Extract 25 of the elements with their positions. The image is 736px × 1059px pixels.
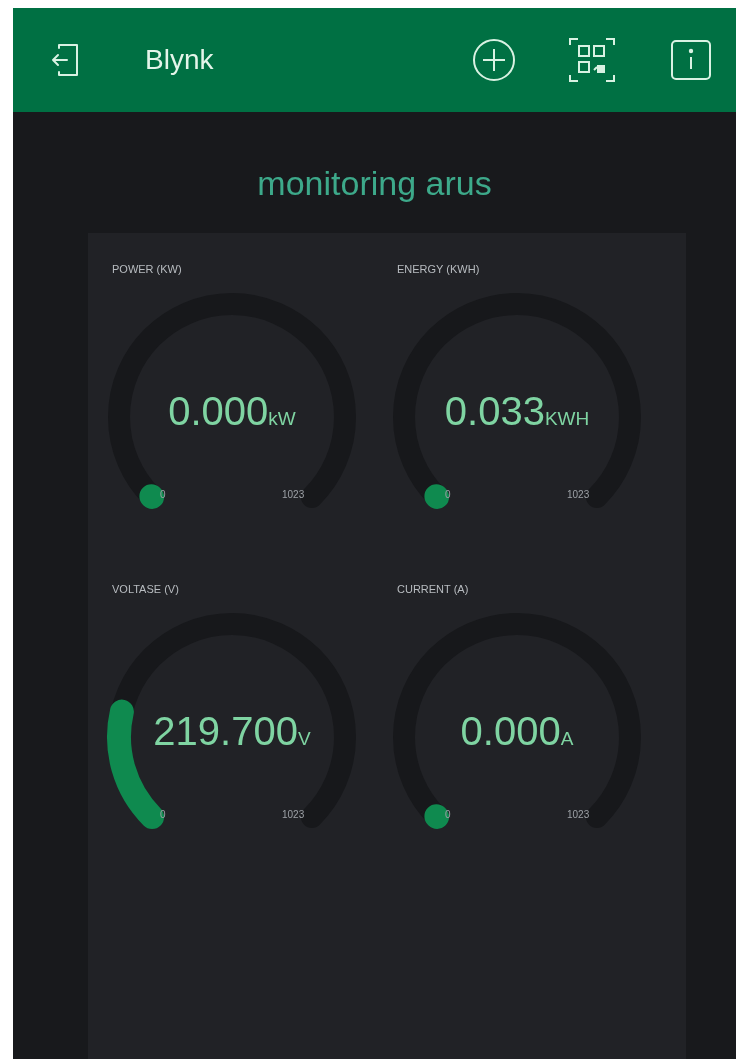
gauge-label: VOLTASE (V) <box>112 583 180 595</box>
gauge-max: 1023 <box>282 809 305 820</box>
gauge-min: 0 <box>160 489 166 500</box>
gauge-value: 0.033 <box>444 389 545 434</box>
gauge-min: 0 <box>445 809 451 820</box>
gauge-min: 0 <box>445 489 451 500</box>
gauge-value: 0.000 <box>168 389 269 434</box>
gauge-unit: A <box>560 728 574 750</box>
gauge-value: 0.000 <box>460 709 561 754</box>
gauge-fill <box>424 804 450 829</box>
gauge-unit: V <box>297 728 311 750</box>
gauge-min: 0 <box>160 809 166 820</box>
gauge-max: 1023 <box>282 489 305 500</box>
gauge-label: ENERGY (KWH) <box>397 263 481 275</box>
gauge-unit: kW <box>268 408 296 430</box>
gauge-max: 1023 <box>567 489 590 500</box>
dashboard-title: monitoring arus <box>256 164 493 203</box>
gauge-label: POWER (KW) <box>112 263 183 275</box>
gauge-max: 1023 <box>567 809 590 820</box>
gauge-fill <box>424 484 450 509</box>
app-title: Blynk <box>145 44 215 76</box>
gauge-unit: KWH <box>544 408 590 430</box>
gauge-fill <box>139 484 165 509</box>
gauge-label: CURRENT (A) <box>397 583 470 595</box>
gauge-value: 219.700 <box>153 709 298 754</box>
